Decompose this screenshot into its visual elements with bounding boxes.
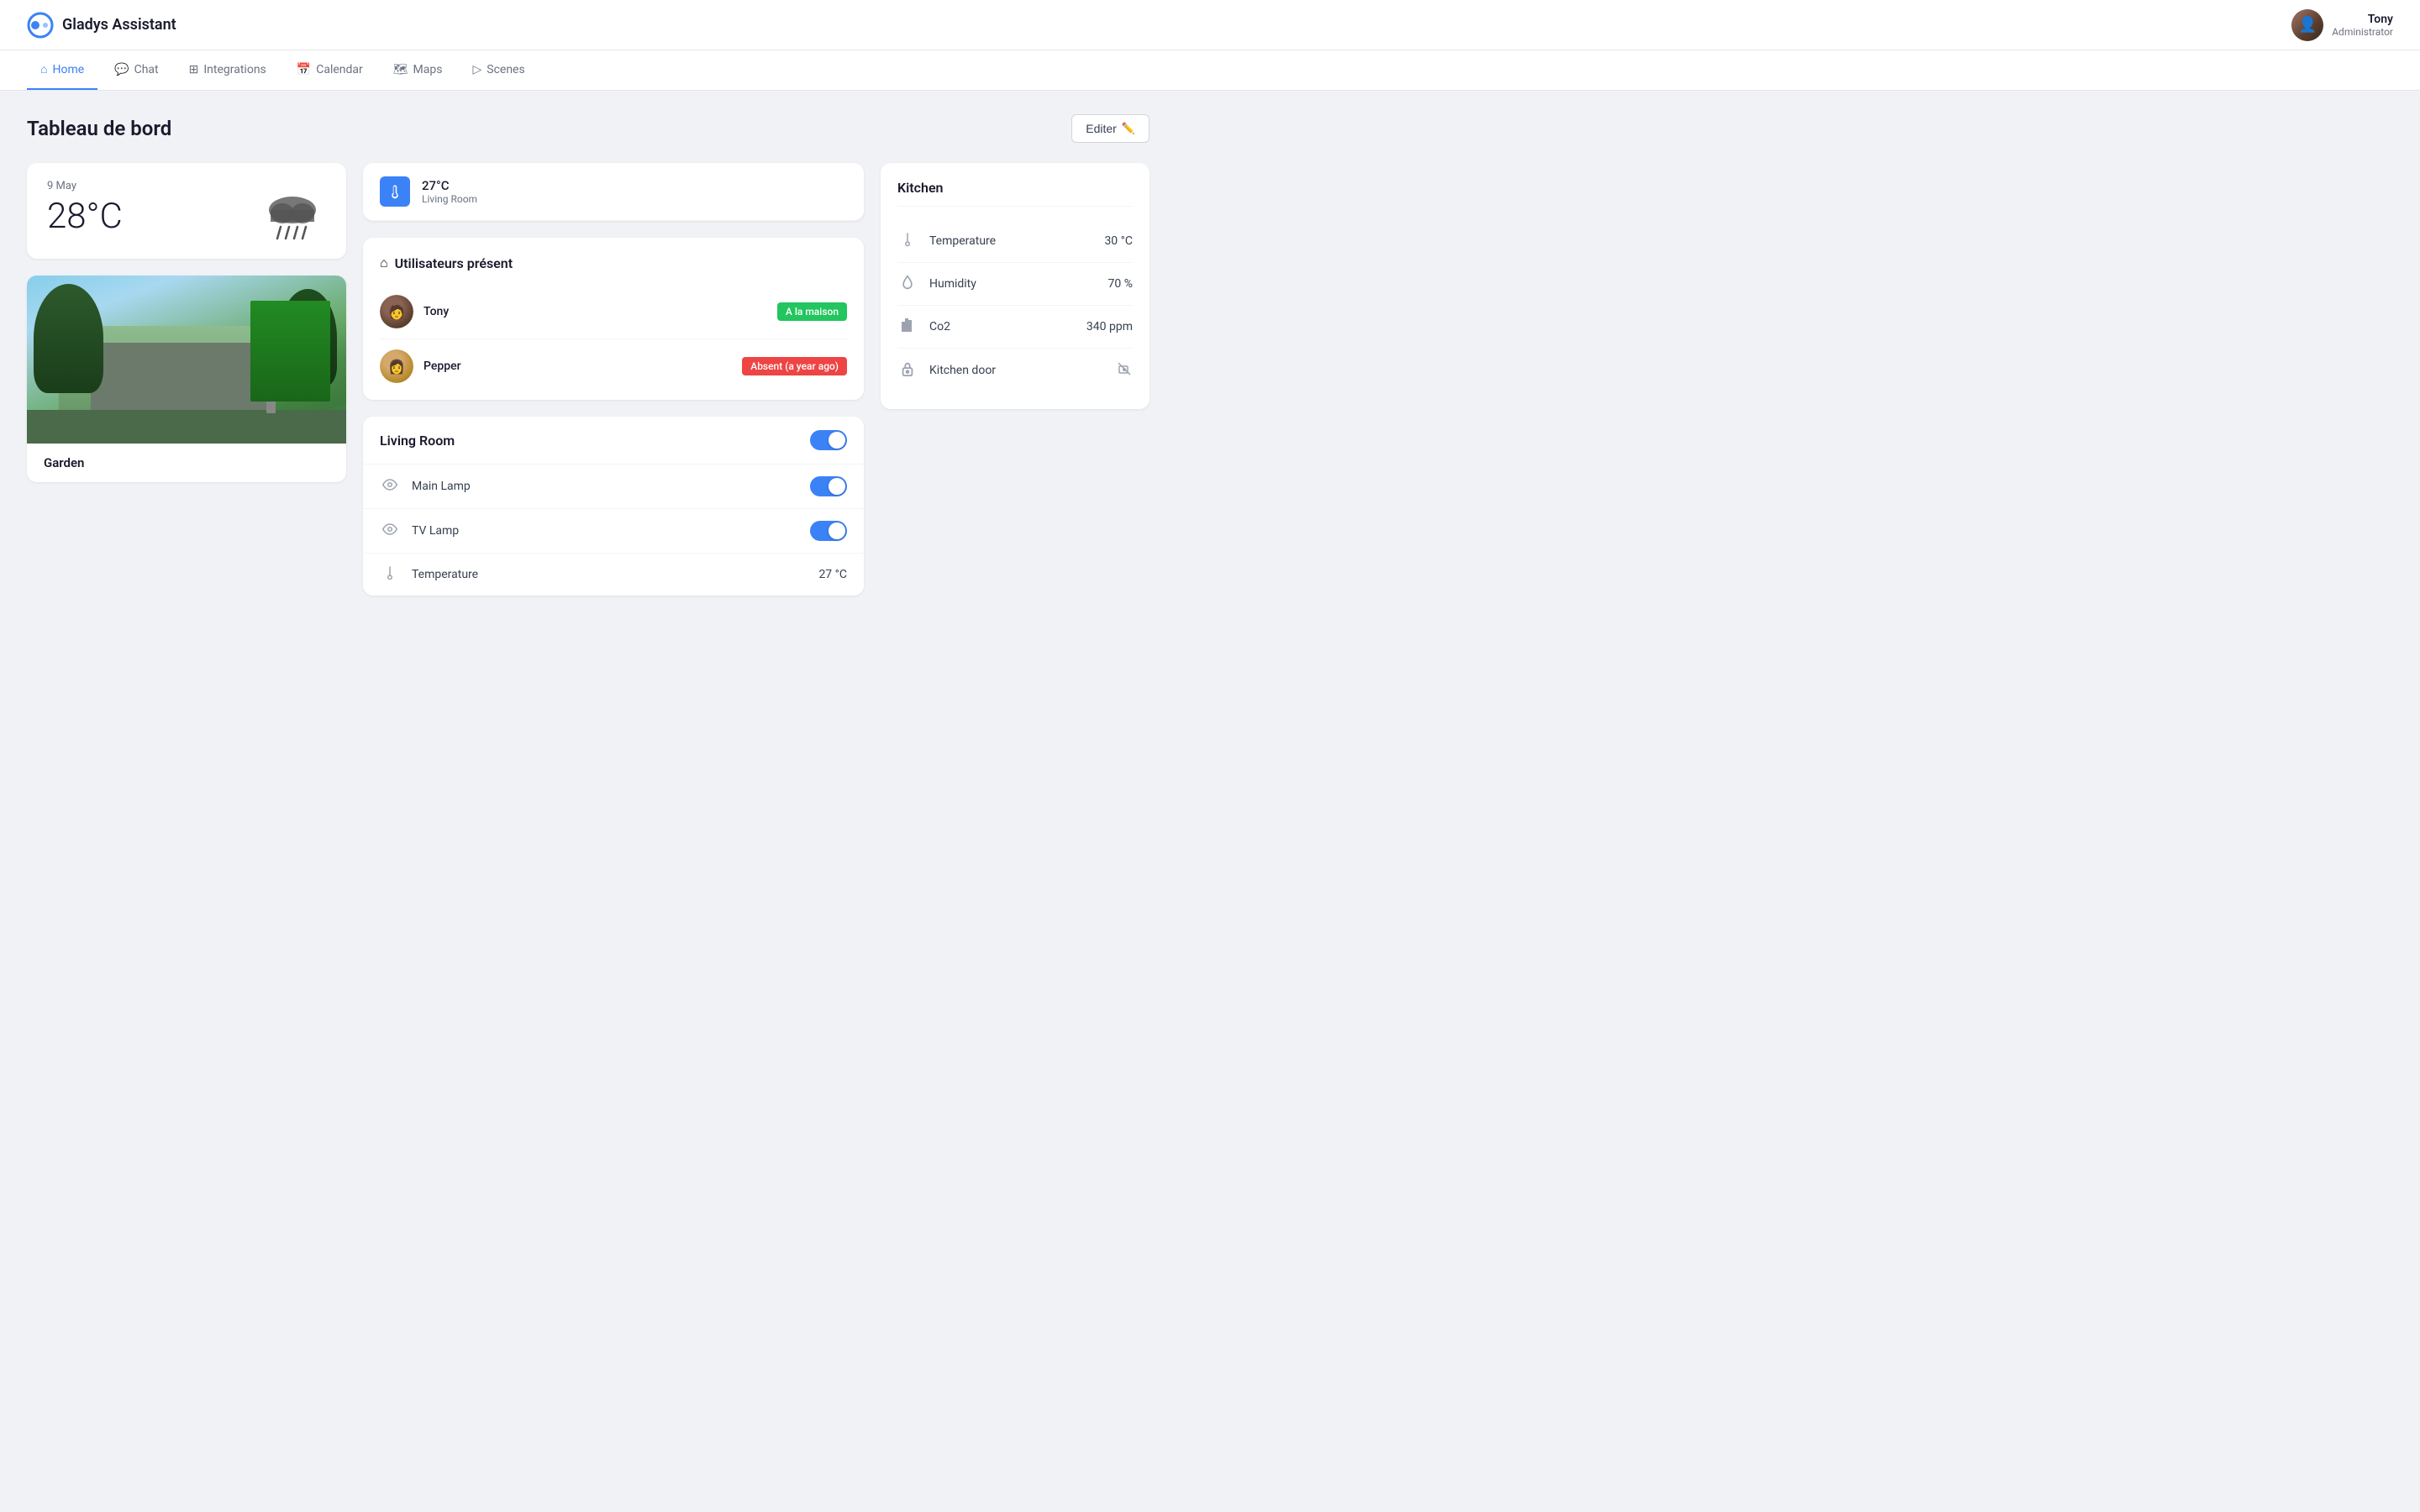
kitchen-row-door: Kitchen door: [897, 349, 1133, 392]
user-pepper-name: Pepper: [424, 360, 732, 373]
nav-maps[interactable]: 🗺 Maps: [380, 50, 456, 90]
eye-icon-main: [380, 477, 400, 496]
tv-lamp-name: TV Lamp: [412, 524, 798, 538]
dashboard-grid: 9 May 28°C: [27, 163, 1150, 596]
kitchen-humidity-name: Humidity: [929, 277, 1097, 291]
edit-button[interactable]: Editer ✏️: [1071, 114, 1150, 143]
nav-integrations[interactable]: ⊞ Integrations: [176, 50, 280, 90]
user-row-pepper: 👩 Pepper Absent (a year ago): [380, 339, 847, 383]
user-avatar-pepper: 👩: [380, 349, 413, 383]
chat-icon: 💬: [114, 63, 129, 76]
living-room-toggle[interactable]: [810, 430, 847, 450]
garden-image: [27, 276, 346, 444]
weather-temp: 28°C: [47, 196, 123, 237]
app-header: Gladys Assistant 👤 Tony Administrator: [0, 0, 2420, 50]
kitchen-card: Kitchen Temperature 30 °C: [881, 163, 1150, 409]
page-title: Tableau de bord: [27, 117, 171, 140]
living-room-temp-card: 27°C Living Room: [363, 163, 864, 221]
living-room-title: Living Room: [380, 433, 455, 449]
user-role: Administrator: [2332, 26, 2393, 38]
app-name: Gladys Assistant: [62, 16, 176, 34]
calendar-icon: 📅: [297, 63, 311, 76]
nav-maps-label: Maps: [413, 63, 443, 76]
lock-icon: [897, 361, 918, 380]
user-name: Tony: [2332, 13, 2393, 26]
kitchen-co2-name: Co2: [929, 320, 1075, 333]
kitchen-thermometer-icon: [897, 232, 918, 250]
kitchen-door-value: [1116, 360, 1133, 381]
nav-chat[interactable]: 💬 Chat: [101, 50, 171, 90]
users-card: ⌂ Utilisateurs présent 🧑 Tony A la maiso…: [363, 238, 864, 400]
temp-value: 27°C: [422, 178, 847, 193]
main-content: Tableau de bord Editer ✏️ 9 May 28°C: [0, 91, 1176, 619]
kitchen-door-name: Kitchen door: [929, 364, 1104, 377]
left-column: 9 May 28°C: [27, 163, 346, 482]
weather-info: 9 May 28°C: [47, 180, 123, 237]
device-row-temperature: Temperature 27 °C: [363, 554, 864, 596]
temp-details: 27°C Living Room: [422, 178, 847, 205]
middle-column: 27°C Living Room ⌂ Utilisateurs présent …: [363, 163, 864, 596]
gladys-logo-icon: [27, 12, 54, 39]
user-row-tony: 🧑 Tony A la maison: [380, 285, 847, 339]
nav-calendar[interactable]: 📅 Calendar: [283, 50, 376, 90]
temp-sensor-name: Temperature: [412, 568, 807, 581]
user-pepper-badge: Absent (a year ago): [742, 357, 847, 375]
nav-chat-label: Chat: [134, 63, 159, 76]
integrations-icon: ⊞: [189, 63, 199, 76]
temp-location: Living Room: [422, 193, 847, 205]
temp-sensor-value: 27 °C: [818, 568, 847, 581]
nav-calendar-label: Calendar: [316, 63, 363, 76]
garden-label: Garden: [27, 444, 346, 482]
temp-icon-box: [380, 176, 410, 207]
nav-home[interactable]: ⌂ Home: [27, 50, 97, 90]
device-row-main-lamp: Main Lamp: [363, 465, 864, 509]
scenes-icon: ▷: [472, 63, 481, 76]
living-room-card: Living Room Main Lamp: [363, 417, 864, 596]
page-header: Tableau de bord Editer ✏️: [27, 114, 1150, 143]
tv-lamp-toggle[interactable]: [810, 521, 847, 541]
weather-icon-area: [259, 180, 326, 245]
user-info: Tony Administrator: [2332, 13, 2393, 38]
device-row-tv-lamp: TV Lamp: [363, 509, 864, 554]
kitchen-row-co2: Co2 340 ppm: [897, 306, 1133, 349]
kitchen-temp-name: Temperature: [929, 234, 1092, 248]
nav-home-label: Home: [52, 63, 84, 76]
kitchen-row-humidity: Humidity 70 %: [897, 263, 1133, 306]
main-lamp-name: Main Lamp: [412, 480, 798, 493]
kitchen-humidity-value: 70 %: [1108, 277, 1133, 291]
garden-card: Garden: [27, 276, 346, 482]
co2-icon: [897, 318, 918, 336]
main-nav: ⌂ Home 💬 Chat ⊞ Integrations 📅 Calendar …: [0, 50, 2420, 91]
home-icon-small: ⌂: [380, 255, 388, 271]
logo-area: Gladys Assistant: [27, 12, 176, 39]
avatar: 👤: [2291, 9, 2323, 41]
nav-integrations-label: Integrations: [203, 63, 266, 76]
edit-button-label: Editer: [1086, 122, 1117, 135]
eye-icon-tv: [380, 522, 400, 540]
weather-card: 9 May 28°C: [27, 163, 346, 259]
maps-icon: 🗺: [393, 63, 408, 76]
kitchen-title: Kitchen: [897, 180, 1133, 207]
kitchen-temp-value: 30 °C: [1104, 234, 1133, 248]
thermometer-icon-small: [380, 565, 400, 584]
nav-scenes[interactable]: ▷ Scenes: [459, 50, 538, 90]
nav-scenes-label: Scenes: [487, 63, 524, 76]
users-title-text: Utilisateurs présent: [395, 255, 513, 271]
weather-date: 9 May: [47, 180, 123, 192]
rain-icon: [259, 186, 326, 245]
main-lamp-toggle[interactable]: [810, 476, 847, 496]
users-section-title: ⌂ Utilisateurs présent: [380, 255, 847, 271]
user-tony-name: Tony: [424, 305, 767, 318]
user-area: 👤 Tony Administrator: [2291, 9, 2393, 41]
kitchen-co2-value: 340 ppm: [1086, 320, 1133, 333]
home-icon: ⌂: [40, 62, 47, 76]
thermometer-icon: [387, 184, 402, 199]
kitchen-row-temp: Temperature 30 °C: [897, 220, 1133, 263]
humidity-icon: [897, 275, 918, 293]
living-room-header: Living Room: [363, 417, 864, 465]
user-avatar-tony: 🧑: [380, 295, 413, 328]
user-tony-badge: A la maison: [777, 302, 847, 321]
edit-icon: ✏️: [1122, 122, 1135, 135]
